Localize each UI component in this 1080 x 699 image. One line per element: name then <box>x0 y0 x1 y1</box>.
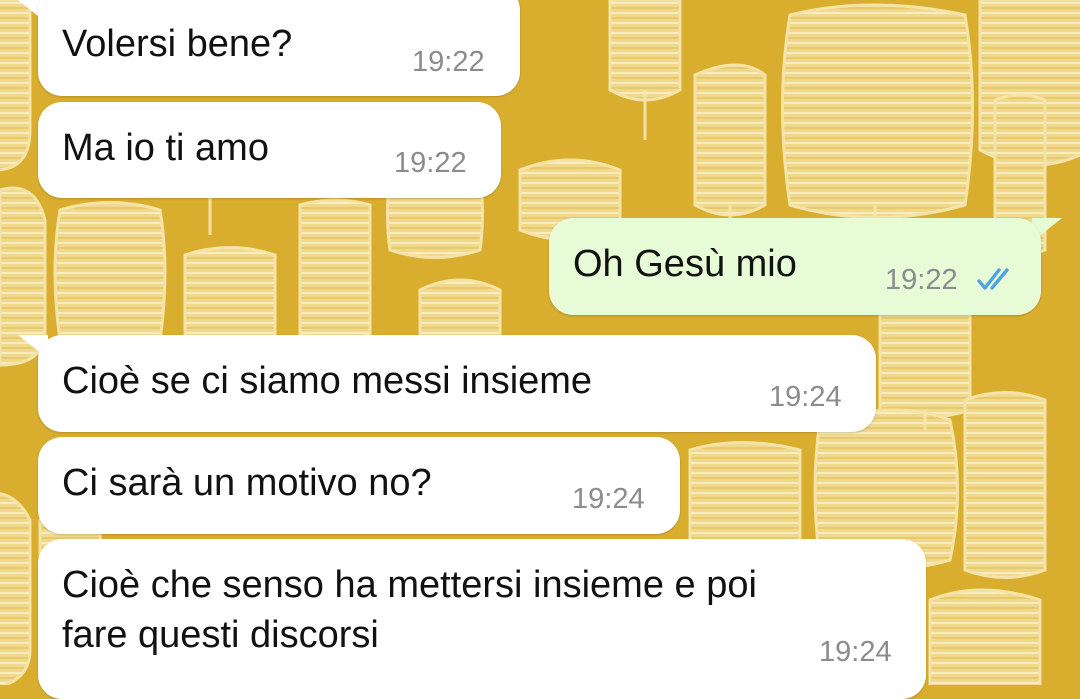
message-bubble-outgoing[interactable]: Oh Gesù mio 19:22 <box>549 218 1041 315</box>
message-text: Oh Gesù mio <box>573 243 797 285</box>
message-timestamp: 19:24 <box>572 483 645 515</box>
message-text: Volersi bene? <box>62 23 293 65</box>
message-bubble-incoming[interactable]: Ci sarà un motivo no? 19:24 <box>38 437 680 534</box>
message-timestamp: 19:24 <box>769 381 842 413</box>
message-timestamp: 19:22 <box>885 264 958 296</box>
message-timestamp: 19:24 <box>819 636 892 668</box>
message-text: Cioè se ci siamo messi insieme <box>62 360 593 402</box>
message-bubble-incoming[interactable]: Cioè se ci siamo messi insieme 19:24 <box>38 335 876 432</box>
message-bubble-incoming[interactable]: Cioè che senso ha mettersi insieme e poi… <box>38 539 926 699</box>
message-bubble-incoming[interactable]: Volersi bene? 19:22 <box>38 0 520 96</box>
message-bubble-incoming[interactable]: Ma io ti amo 19:22 <box>38 102 501 198</box>
message-text: Ma io ti amo <box>62 127 269 169</box>
message-text: Ci sarà un motivo no? <box>62 462 432 504</box>
double-check-read-icon <box>977 268 1009 290</box>
message-text: Cioè che senso ha mettersi insieme e poi… <box>62 564 757 656</box>
message-timestamp: 19:22 <box>394 147 467 179</box>
message-timestamp: 19:22 <box>412 46 485 78</box>
